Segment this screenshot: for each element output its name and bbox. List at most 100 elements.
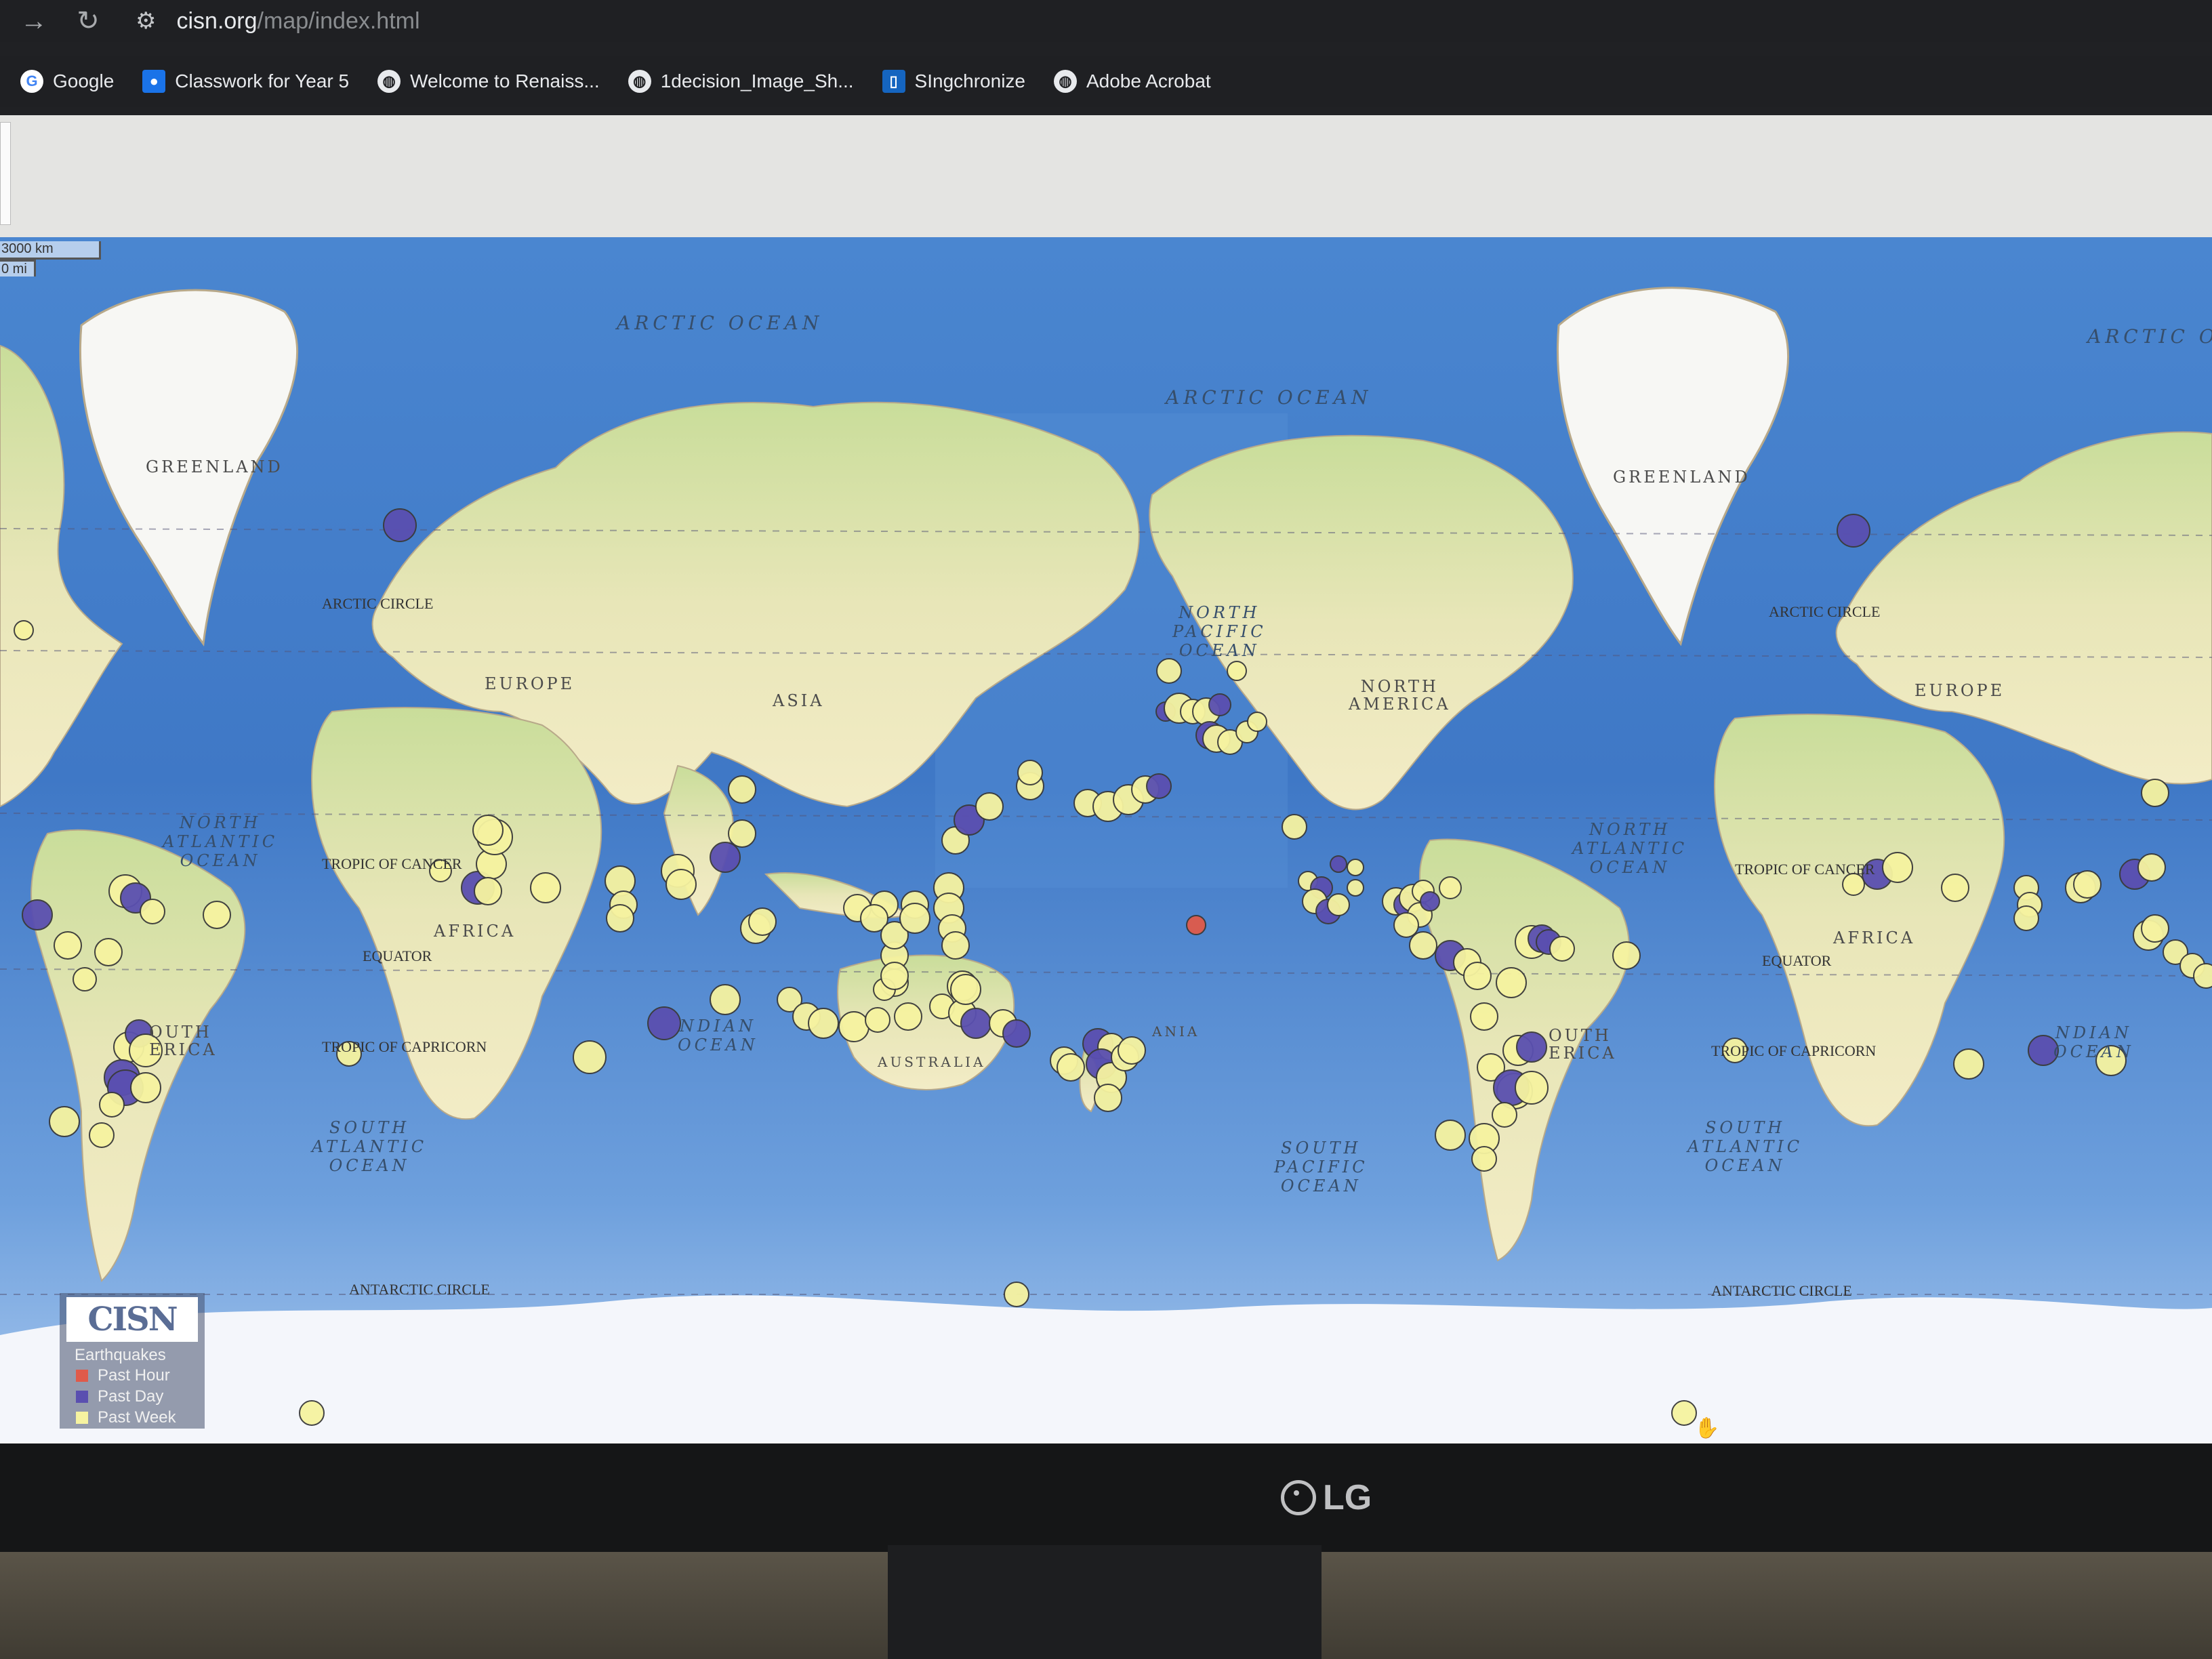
earthquake-marker-past-week[interactable] <box>1471 1146 1497 1172</box>
earthquake-marker-past-week[interactable] <box>299 1400 325 1426</box>
forward-icon[interactable]: → <box>14 6 54 37</box>
earthquake-marker-past-week[interactable] <box>950 974 981 1005</box>
earthquake-marker-past-week[interactable] <box>1953 1048 1984 1080</box>
north-america-line1: NORTH <box>1360 677 1439 696</box>
earthquake-marker-past-week[interactable] <box>1004 1282 1029 1307</box>
earthquake-marker-past-week[interactable] <box>1156 658 1182 684</box>
earthquake-marker-past-week[interactable] <box>203 901 231 929</box>
earthquake-marker-past-week[interactable] <box>941 931 970 960</box>
earthquake-marker-past-week[interactable] <box>1496 967 1527 998</box>
earthquake-marker-past-week[interactable] <box>1439 876 1462 899</box>
earthquake-marker-past-week[interactable] <box>2137 853 2166 882</box>
earthquake-marker-past-week[interactable] <box>94 938 123 966</box>
reload-icon[interactable]: ↻ <box>68 5 108 37</box>
earthquake-marker-past-day[interactable] <box>1002 1019 1031 1048</box>
earthquake-marker-past-week[interactable] <box>1227 661 1247 681</box>
earthquake-marker-past-week[interactable] <box>748 907 777 936</box>
earthquake-marker-past-week[interactable] <box>1549 936 1575 962</box>
bookmark-classwork[interactable]: ● Classwork for Year 5 <box>142 70 349 93</box>
bookmark-label: Google <box>53 70 115 91</box>
url-field[interactable]: cisn.org/map/index.html <box>176 8 419 35</box>
site-settings-icon[interactable]: ⚙ <box>136 7 156 35</box>
bookmark-google[interactable]: G Google <box>20 70 114 93</box>
cisn-logo-text: CISN <box>87 1300 178 1338</box>
earthquake-marker-past-day[interactable] <box>22 899 53 930</box>
earthquake-marker-past-week[interactable] <box>1057 1053 1085 1082</box>
earthquake-marker-past-week[interactable] <box>2073 870 2102 899</box>
earthquake-marker-past-week[interactable] <box>894 1002 922 1031</box>
earthquake-map[interactable]: 3000 km 0 mi ARCTIC OCEAN ARCTIC OCEAN A… <box>0 237 2212 1443</box>
earthquake-marker-past-week[interactable] <box>880 962 909 990</box>
north-atlantic-right-line2: ATLANTIC <box>1572 839 1688 858</box>
earthquake-marker-past-week[interactable] <box>838 1011 869 1042</box>
earthquake-marker-past-week[interactable] <box>1118 1036 1146 1065</box>
earthquake-marker-past-week[interactable] <box>474 877 502 905</box>
screen: → ↻ ⚙ cisn.org/map/index.html G Google ●… <box>0 0 2212 1443</box>
earthquake-marker-past-week[interactable] <box>89 1122 115 1148</box>
earthquake-marker-past-week[interactable] <box>1017 760 1043 785</box>
south-atlantic-label-right: SOUTH ATLANTIC OCEAN <box>1687 1118 1803 1175</box>
earthquake-marker-past-week[interactable] <box>2013 905 2039 931</box>
earthquake-marker-past-week[interactable] <box>99 1092 125 1118</box>
map-canvas[interactable] <box>0 237 2212 1443</box>
earthquake-marker-past-week[interactable] <box>1435 1120 1466 1151</box>
earthquake-marker-past-week[interactable] <box>1882 852 1913 883</box>
earthquake-marker-past-week[interactable] <box>1463 962 1492 990</box>
earthquake-marker-past-week[interactable] <box>710 984 741 1015</box>
earthquake-marker-past-week[interactable] <box>54 931 82 960</box>
tropic-capricorn-label-left: TROPIC OF CAPRICORN <box>322 1038 487 1055</box>
bookmark-decision-image[interactable]: ◍ 1decision_Image_Sh... <box>628 70 854 93</box>
earthquake-marker-past-week[interactable] <box>1671 1400 1697 1426</box>
bookmark-adobe-acrobat[interactable]: ◍ Adobe Acrobat <box>1053 70 1211 93</box>
earthquake-marker-past-day[interactable] <box>1837 514 1870 548</box>
earthquake-marker-past-week[interactable] <box>899 903 930 934</box>
earthquake-marker-past-week[interactable] <box>130 1072 161 1103</box>
side-panel-tab[interactable] <box>0 122 11 225</box>
earthquake-marker-past-week[interactable] <box>573 1040 607 1074</box>
earthquake-marker-past-week[interactable] <box>975 792 1004 821</box>
earthquake-marker-past-week[interactable] <box>1393 912 1419 938</box>
earthquake-marker-past-week[interactable] <box>1282 814 1307 840</box>
earthquake-marker-past-week[interactable] <box>2193 963 2212 989</box>
earthquake-marker-past-week[interactable] <box>1247 712 1267 732</box>
earthquake-marker-past-week[interactable] <box>1470 1002 1498 1031</box>
earthquake-marker-past-week[interactable] <box>2141 779 2169 807</box>
earthquake-marker-past-week[interactable] <box>140 899 165 924</box>
earthquake-marker-past-day[interactable] <box>1208 693 1231 716</box>
earthquake-marker-past-week[interactable] <box>1347 859 1364 876</box>
earthquake-marker-past-week[interactable] <box>606 904 634 933</box>
bookmark-renaissance[interactable]: ◍ Welcome to Renaiss... <box>377 70 600 93</box>
earthquake-marker-past-week[interactable] <box>1327 893 1350 916</box>
earthquake-marker-past-week[interactable] <box>1941 874 1969 902</box>
earthquake-marker-past-day[interactable] <box>1330 855 1347 873</box>
earthquake-marker-past-week[interactable] <box>1515 1071 1549 1105</box>
earthquake-marker-past-day[interactable] <box>647 1006 681 1040</box>
earthquake-marker-past-week[interactable] <box>1347 879 1364 897</box>
earthquake-marker-past-week[interactable] <box>1612 941 1641 970</box>
earthquake-marker-past-hour[interactable] <box>1186 915 1206 935</box>
legend-label-day: Past Day <box>98 1387 164 1406</box>
earthquake-marker-past-day[interactable] <box>710 842 741 873</box>
south-pacific-line1: SOUTH <box>1281 1139 1361 1158</box>
earthquake-marker-past-week[interactable] <box>1492 1102 1517 1128</box>
earthquake-marker-past-week[interactable] <box>73 967 97 991</box>
earthquake-marker-past-day[interactable] <box>1420 891 1440 912</box>
bookmark-singchronize[interactable]: ▯ SIngchronize <box>882 70 1025 93</box>
earthquake-marker-past-week[interactable] <box>49 1106 80 1137</box>
earthquake-marker-past-week[interactable] <box>665 869 697 900</box>
earthquake-marker-past-day[interactable] <box>1146 773 1172 799</box>
earthquake-marker-past-week[interactable] <box>728 775 756 804</box>
earthquake-marker-past-week[interactable] <box>472 815 504 846</box>
indian-right-line2: OCEAN <box>2053 1042 2134 1061</box>
earthquake-marker-past-week[interactable] <box>2141 914 2169 943</box>
earthquake-marker-past-day[interactable] <box>1516 1031 1547 1063</box>
earthquake-marker-past-week[interactable] <box>1409 931 1437 960</box>
earthquake-marker-past-week[interactable] <box>808 1008 839 1039</box>
earthquake-marker-past-week[interactable] <box>14 620 34 640</box>
earthquake-marker-past-week[interactable] <box>1094 1084 1122 1112</box>
earthquake-marker-past-week[interactable] <box>530 872 561 903</box>
earthquake-marker-past-day[interactable] <box>383 508 417 542</box>
earthquake-marker-past-week[interactable] <box>865 1007 890 1033</box>
earthquake-marker-past-week[interactable] <box>728 819 756 848</box>
earthquake-marker-past-day[interactable] <box>960 1008 991 1039</box>
